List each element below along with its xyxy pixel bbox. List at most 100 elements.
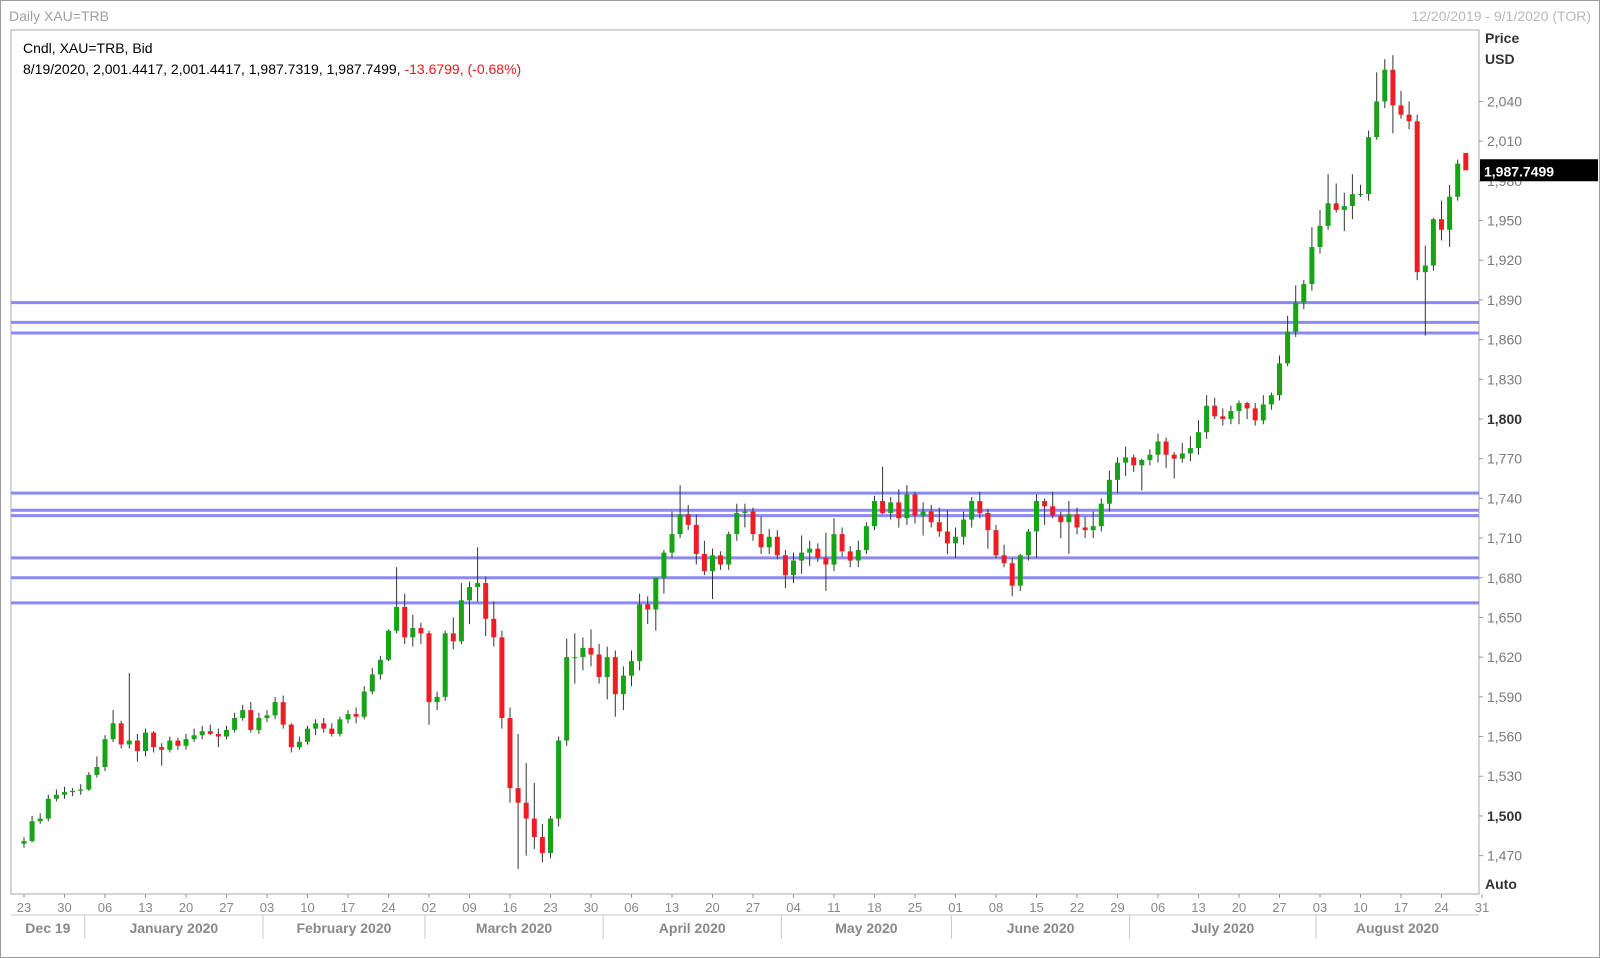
month-label: June 2020	[1007, 920, 1075, 936]
y-tick-label: 1,560	[1487, 729, 1522, 745]
candle-body	[1066, 514, 1072, 523]
candle-body	[402, 606, 408, 638]
x-tick-label: 10	[300, 900, 314, 915]
candle-body	[1098, 503, 1104, 527]
y-tick-label: 1,860	[1487, 332, 1522, 348]
candle-body	[1252, 408, 1258, 421]
x-tick-label: 02	[422, 900, 436, 915]
candle-body	[766, 536, 772, 548]
x-tick-label: 15	[1029, 900, 1043, 915]
candle-body	[426, 633, 432, 703]
candle-body	[143, 732, 148, 752]
month-label: April 2020	[659, 920, 726, 936]
plot-border	[10, 29, 1480, 895]
candle-body	[612, 657, 618, 695]
candle-body	[823, 557, 829, 565]
candle-body	[134, 740, 140, 752]
y-tick-label: 1,500	[1487, 808, 1522, 824]
candle-body	[1050, 506, 1056, 516]
candle-body	[94, 766, 100, 775]
x-tick-label: 22	[1070, 900, 1084, 915]
y-tick-label: 2,010	[1487, 133, 1522, 149]
candle-body	[394, 606, 400, 631]
candle-body	[207, 731, 213, 734]
candle-body	[693, 524, 699, 554]
y-tick-label: 1,800	[1487, 411, 1522, 427]
candle-body	[458, 600, 464, 642]
y-tick-label: 1,920	[1487, 252, 1522, 268]
candle-body	[1390, 69, 1396, 106]
candle-body	[1398, 105, 1404, 115]
legend-change: -13.6799, (-0.68%)	[404, 61, 522, 77]
x-tick-label: 13	[138, 900, 152, 915]
candle-body	[839, 534, 845, 552]
chart-window: Daily XAU=TRB 12/20/2019 - 9/1/2020 (TOR…	[0, 0, 1600, 958]
candle-body	[710, 555, 715, 572]
candle-body	[1147, 454, 1153, 461]
candle-body	[1325, 203, 1331, 226]
candle-body	[1285, 331, 1291, 364]
candle-body	[1115, 462, 1120, 480]
candle-body	[1187, 448, 1193, 454]
candle-body	[637, 604, 643, 662]
candle-body	[288, 724, 294, 748]
month-label: August 2020	[1356, 920, 1439, 936]
legend: Cndl, XAU=TRB, Bid 8/19/2020, 2,001.4417…	[23, 38, 521, 80]
candle-body	[953, 536, 958, 544]
x-tick-label: 03	[260, 900, 274, 915]
candle-body	[742, 511, 748, 513]
x-tick-label: 20	[705, 900, 719, 915]
plot-area	[10, 29, 1480, 895]
candle-body	[855, 549, 861, 561]
candle-body	[928, 511, 934, 523]
candle-body	[272, 702, 278, 716]
candle-body	[1196, 432, 1201, 449]
candle-body	[45, 798, 51, 819]
candle-body	[920, 511, 926, 516]
y-tick-label: 1,470	[1487, 848, 1522, 864]
x-tick-label: 20	[179, 900, 193, 915]
candle-body	[880, 501, 886, 513]
candle-body	[758, 534, 764, 548]
candle-body	[1463, 153, 1469, 171]
candle-body	[70, 790, 76, 793]
x-tick-label: 27	[219, 900, 233, 915]
candle-body	[353, 714, 359, 717]
candle-body	[418, 628, 424, 634]
candle-body	[232, 718, 238, 730]
candle-body	[37, 818, 43, 822]
candle-body	[159, 747, 165, 750]
candle-body	[1301, 284, 1307, 303]
candle-body	[701, 553, 707, 572]
candle-body	[1034, 501, 1039, 532]
candle-body	[669, 534, 675, 553]
x-tick-label: 06	[624, 900, 638, 915]
candle-body	[483, 583, 489, 619]
candle-body	[961, 519, 967, 537]
candle-body	[1244, 403, 1250, 409]
candle-body	[564, 657, 570, 741]
candle-body	[620, 675, 626, 695]
candle-body	[1277, 363, 1282, 396]
y-tick-label: 1,680	[1487, 570, 1522, 586]
candle-body	[912, 494, 918, 516]
candle-body	[256, 718, 262, 730]
y-axis-price-label: Price	[1485, 30, 1519, 46]
candle-body	[1422, 265, 1428, 273]
candle-body	[1439, 219, 1444, 230]
x-tick-label: 11	[827, 900, 841, 915]
candle-body	[831, 534, 837, 565]
candle-body	[977, 501, 983, 513]
candle-body	[645, 604, 651, 610]
candle-body	[531, 818, 537, 838]
candle-body	[580, 647, 586, 658]
candle-body	[774, 536, 780, 556]
candle-body	[1058, 515, 1064, 523]
candle-body	[102, 739, 108, 767]
candle-body	[1447, 196, 1453, 230]
candle-body	[815, 548, 821, 558]
candle-body	[539, 837, 545, 853]
x-tick-label: 06	[1151, 900, 1165, 915]
price-chart[interactable]: 1,470 1,500 1,530 1,560 1,590 1,620 1,650 1,680…	[1, 1, 1599, 957]
x-tick-label: 31	[1475, 900, 1489, 915]
